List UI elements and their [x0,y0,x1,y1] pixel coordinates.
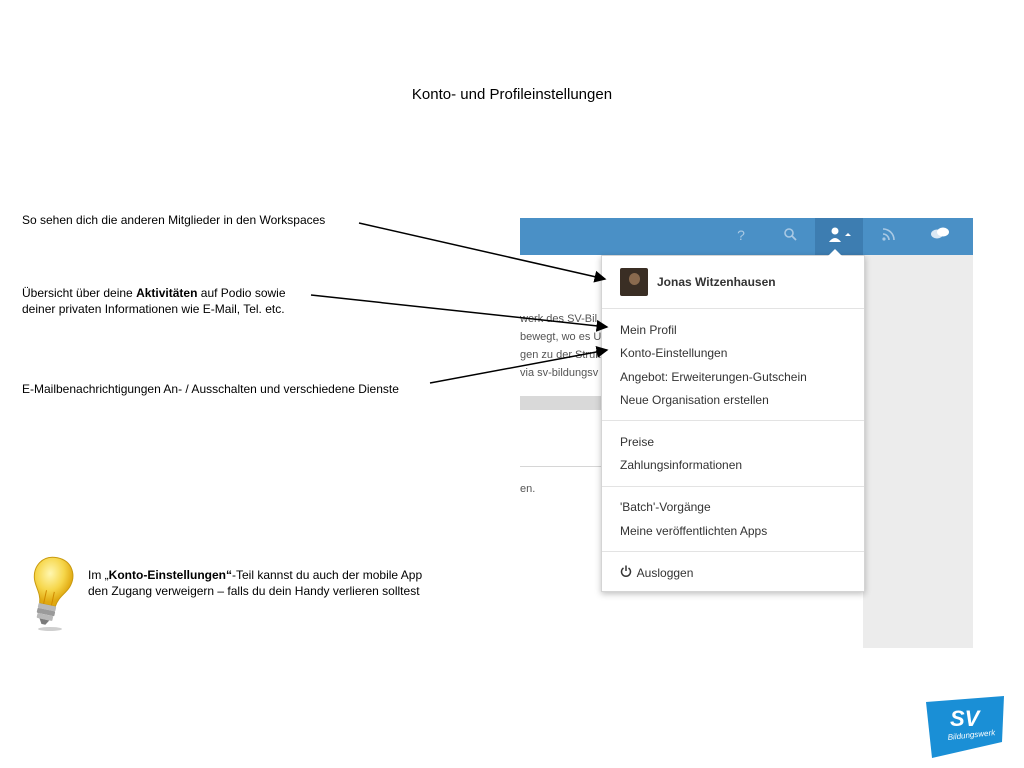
arrow-to-account-settings [429,346,609,384]
tip-text-bold: Konto-Einstellungen“ [108,568,232,582]
arrow-to-my-profile [310,294,609,332]
annotation-arrows [310,222,609,384]
arrow-to-user-header [358,222,607,283]
svg-text:SV: SV [950,706,982,731]
lightbulb-icon [33,556,74,631]
tip-text: Im „Konto-Einstellungen“-Teil kannst du … [88,567,428,599]
tip-text-1: Im „ [88,568,109,582]
sv-bildungswerk-logo: SV Bildungswerk [926,696,1004,758]
